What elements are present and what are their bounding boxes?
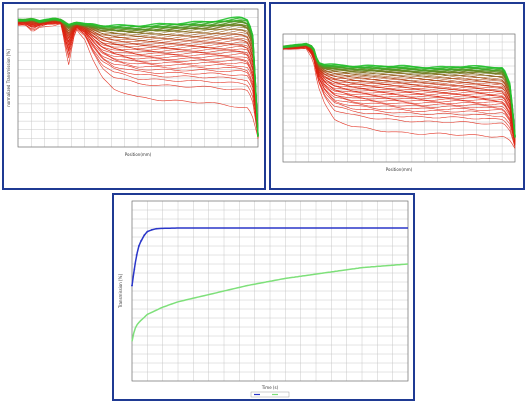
y-axis-label: Transmission [%] [118, 274, 123, 309]
series-marker-blue [151, 228, 153, 231]
x-axis-label: Time (s) [261, 385, 279, 390]
series-marker-blue [143, 234, 146, 237]
series-marker-blue [140, 239, 143, 242]
chart-panel-top-right: Position(mm) [269, 2, 525, 190]
series-marker-blue [131, 284, 133, 287]
series-marker-blue [155, 227, 158, 230]
y-axis-label: normalized Transmission [%] [6, 49, 11, 107]
series-marker-blue [135, 254, 138, 256]
series-marker-blue [146, 230, 149, 233]
chart-panel-top-left: Position(mm) normalized Transmission [%] [2, 2, 266, 190]
chart-time-series: Time (s) Transmission [%] [118, 200, 409, 398]
chart-top-right: Position(mm) [282, 33, 516, 172]
series-marker-blue [133, 268, 136, 271]
legend [250, 391, 290, 398]
chart-top-left: Position(mm) normalized Transmission [%] [6, 8, 259, 157]
x-axis-label: Position(mm) [386, 167, 413, 172]
x-axis-label: Position(mm) [125, 152, 152, 157]
series-marker-blue [138, 245, 140, 247]
chart-panel-bottom: Time (s) Transmission [%] [112, 193, 415, 401]
